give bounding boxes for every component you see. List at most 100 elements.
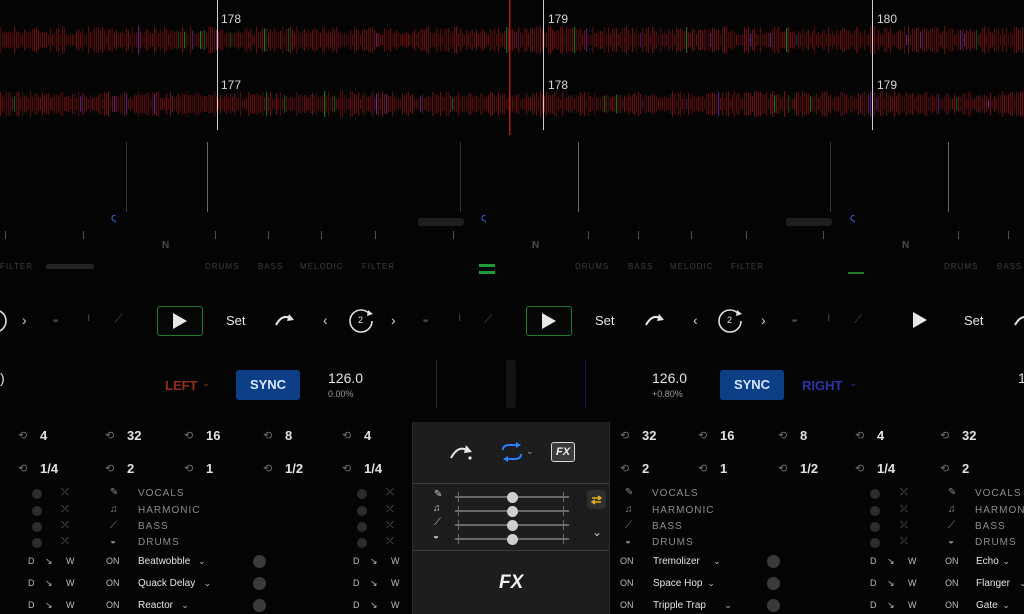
stem-mute-toggle[interactable] (870, 489, 880, 499)
loop-size-button[interactable]: 16 (720, 428, 734, 443)
tempo-handle[interactable] (418, 218, 464, 226)
stem-solo-icon[interactable]: ⤫ (61, 536, 69, 547)
fx-selector[interactable]: Tremolizer (653, 556, 700, 567)
loop-size-button[interactable]: 4 (40, 428, 47, 443)
loop-size-button[interactable]: 4 (877, 428, 884, 443)
fx-on-toggle[interactable]: ON (620, 578, 634, 588)
stem-slider-thumb[interactable] (506, 505, 518, 517)
loop-size-button[interactable]: 4 (364, 428, 371, 443)
stem-solo-icon[interactable]: ⤫ (61, 504, 69, 515)
chevron-right-icon[interactable]: › (22, 312, 27, 328)
fx-knob[interactable] (767, 555, 780, 568)
fx-large-label[interactable]: FX (499, 572, 523, 594)
loop-size-button[interactable]: 1 (720, 461, 727, 476)
crossfader-handle[interactable] (46, 264, 94, 269)
loop-size-button[interactable]: 32 (127, 428, 141, 443)
stem-solo-icon[interactable]: ⤫ (386, 536, 394, 547)
stem-mute-toggle[interactable] (357, 538, 367, 548)
fx-on-toggle[interactable]: ON (945, 600, 959, 610)
loop-size-button[interactable]: 1/4 (40, 461, 58, 476)
fx-on-toggle[interactable]: ON (106, 556, 120, 566)
loop-size-button[interactable]: 32 (962, 428, 976, 443)
stem-solo-icon[interactable]: ⤫ (900, 487, 908, 498)
fx-selector[interactable]: Tripple Trap (653, 600, 706, 611)
loop-size-button[interactable]: 16 (206, 428, 220, 443)
chevron-down-icon[interactable]: ⌄ (592, 525, 602, 539)
fx-on-toggle[interactable]: ON (620, 556, 634, 566)
stem-mute-toggle[interactable] (870, 538, 880, 548)
loop-size-button[interactable]: 32 (642, 428, 656, 443)
stem-solo-icon[interactable]: ⤫ (61, 520, 69, 531)
fx-selector[interactable]: Gate (976, 600, 998, 611)
stem-slider-thumb[interactable] (506, 519, 518, 531)
fx-knob[interactable] (767, 577, 780, 590)
fx-on-toggle[interactable]: ON (945, 578, 959, 588)
chevron-left-icon[interactable]: ‹ (323, 312, 328, 328)
stem-slider-thumb[interactable] (506, 533, 518, 545)
fx-knob[interactable] (253, 577, 266, 590)
stem-mute-toggle[interactable] (357, 506, 367, 516)
fx-on-toggle[interactable]: ON (106, 578, 120, 588)
chevron-right-icon[interactable]: › (391, 312, 396, 328)
loop-size-button[interactable]: 1/2 (285, 461, 303, 476)
set-cue-button[interactable]: Set (226, 313, 246, 328)
fx-toggle-button[interactable]: FX (551, 442, 575, 462)
stem-solo-icon[interactable]: ⤫ (61, 487, 69, 498)
right-deck-label[interactable]: RIGHT (802, 378, 842, 393)
guitar-icon[interactable]: ⟋ (484, 312, 492, 327)
fx-selector[interactable]: Quack Delay (138, 578, 195, 589)
left-deck-label[interactable]: LEFT (165, 378, 198, 393)
drum-icon[interactable]: ◒ (422, 312, 429, 326)
fx-knob[interactable] (767, 599, 780, 612)
loop-size-button[interactable]: 2 (642, 461, 649, 476)
jump-icon[interactable] (274, 312, 296, 328)
loop-size-button[interactable]: 1/4 (364, 461, 382, 476)
stem-mute-toggle[interactable] (870, 522, 880, 532)
fx-knob[interactable] (253, 599, 266, 612)
waveform-display[interactable] (0, 0, 1024, 135)
play-button[interactable] (526, 306, 572, 336)
stem-mute-toggle[interactable] (32, 538, 42, 548)
stem-mute-toggle[interactable] (357, 522, 367, 532)
fx-knob[interactable] (253, 555, 266, 568)
play-button[interactable] (157, 306, 203, 336)
loop-icon[interactable] (0, 308, 10, 334)
loop-size-button[interactable]: 2 (962, 461, 969, 476)
stem-slider-thumb[interactable] (506, 491, 518, 503)
chevron-down-icon[interactable]: ⌄ (526, 446, 534, 457)
guitar-icon[interactable]: ⟋ (854, 312, 862, 327)
loop-size-button[interactable]: 2 (127, 461, 134, 476)
stem-mute-toggle[interactable] (357, 489, 367, 499)
play-button[interactable] (912, 312, 928, 333)
drum-icon[interactable]: ◒ (52, 312, 59, 326)
stem-mute-toggle[interactable] (870, 506, 880, 516)
loop-size-button[interactable]: 1 (206, 461, 213, 476)
stem-mute-toggle[interactable] (32, 522, 42, 532)
fx-selector[interactable]: Echo (976, 556, 999, 567)
stem-solo-icon[interactable]: ⤫ (386, 504, 394, 515)
stem-mute-toggle[interactable] (32, 489, 42, 499)
fx-selector[interactable]: Space Hop (653, 578, 702, 589)
fx-on-toggle[interactable]: ON (106, 600, 120, 610)
stem-mute-toggle[interactable] (32, 506, 42, 516)
jump-icon[interactable] (449, 443, 473, 461)
swap-button[interactable] (587, 490, 606, 509)
stem-solo-icon[interactable]: ⤫ (900, 520, 908, 531)
sync-button-right[interactable]: SYNC (720, 370, 784, 400)
fx-selector[interactable]: Flanger (976, 578, 1010, 589)
mic-icon[interactable]: ı (87, 310, 90, 324)
mic-icon[interactable]: ı (458, 310, 461, 324)
stem-solo-icon[interactable]: ⤫ (386, 520, 394, 531)
stem-solo-icon[interactable]: ⤫ (900, 536, 908, 547)
waveform-top-deck[interactable] (0, 26, 1024, 54)
fx-selector[interactable]: Beatwobble (138, 556, 190, 567)
waveform-bottom-deck[interactable] (0, 91, 1024, 117)
loop-size-button[interactable]: 8 (800, 428, 807, 443)
guitar-icon[interactable]: ⟋ (114, 312, 122, 327)
fx-selector[interactable]: Reactor (138, 600, 173, 611)
loop-size-button[interactable]: 1/2 (800, 461, 818, 476)
jump-icon[interactable] (1013, 312, 1024, 328)
fx-on-toggle[interactable]: ON (945, 556, 959, 566)
fx-on-toggle[interactable]: ON (620, 600, 634, 610)
set-cue-button[interactable]: Set (964, 313, 984, 328)
